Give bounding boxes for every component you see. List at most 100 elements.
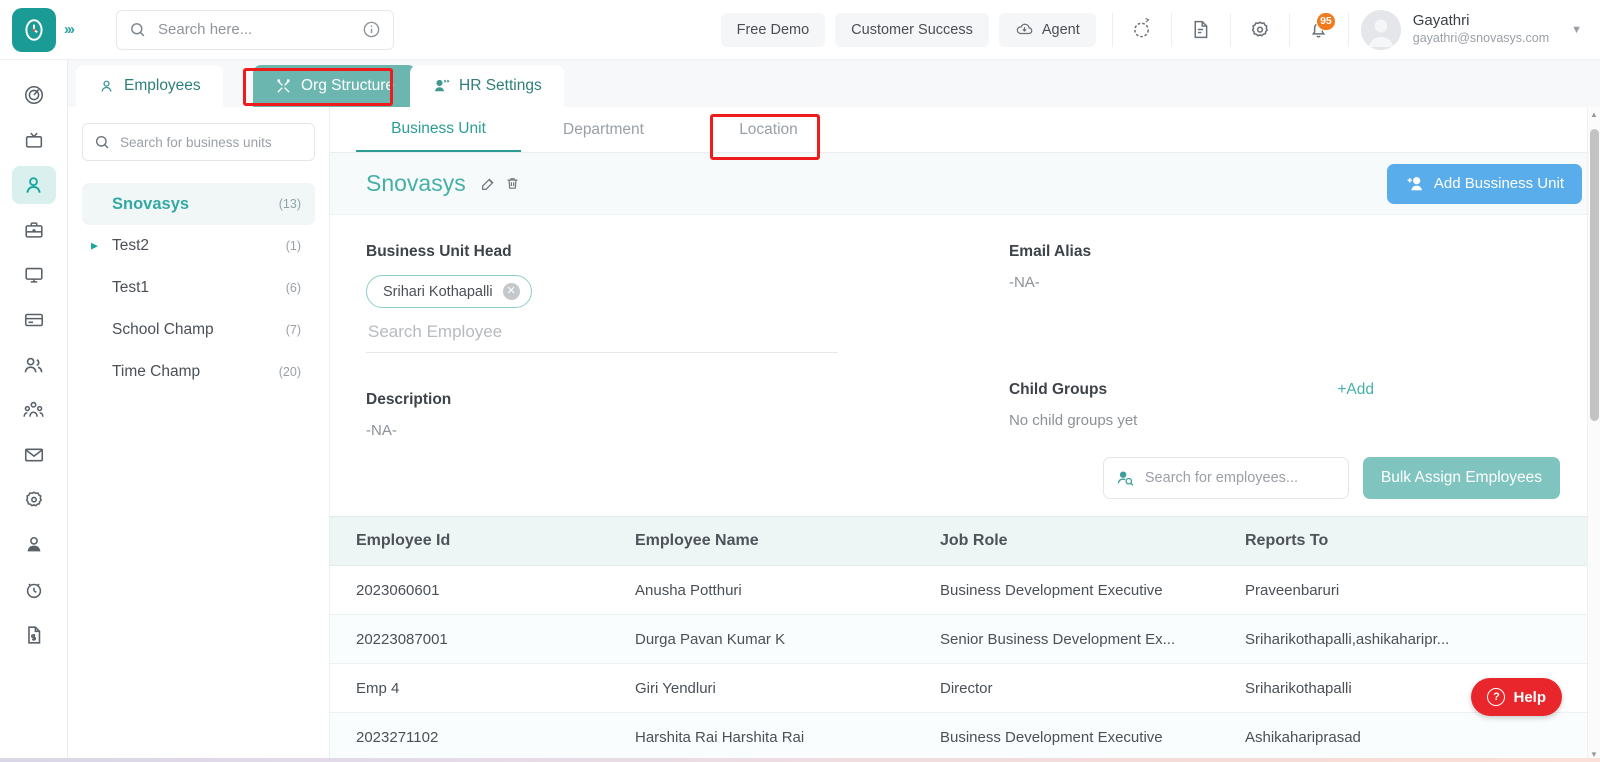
tree-item-snovasys[interactable]: Snovasys (13) xyxy=(82,183,315,225)
divider xyxy=(1111,12,1113,47)
sidebar-item-broadcast[interactable] xyxy=(12,121,56,159)
gear-icon[interactable] xyxy=(1237,8,1283,52)
subtab-department[interactable]: Department xyxy=(521,107,686,152)
sidebar-item-invoices[interactable] xyxy=(12,616,56,654)
user-info[interactable]: Gayathri gayathri@snovasys.com xyxy=(1413,12,1549,46)
tree-item-time-champ[interactable]: Time Champ (20) xyxy=(82,351,315,393)
tree-item-school-champ[interactable]: School Champ (7) xyxy=(82,309,315,351)
page-body: Snovasys (13) ▶ Test2 (1) Test1 (6) Scho… xyxy=(68,107,1600,762)
employee-search-input[interactable] xyxy=(368,322,838,342)
child-groups-value: No child groups yet xyxy=(1008,412,1138,429)
close-circle-icon[interactable]: ✕ xyxy=(502,283,520,300)
chevron-right-icon[interactable]: ▶ xyxy=(91,241,98,252)
tab-org-structure[interactable]: Org Structure xyxy=(253,65,417,107)
tree-item-label: Test1 xyxy=(112,279,150,296)
cell-reports-to: Sriharikothapalli,ashikaharipr... xyxy=(1245,630,1450,648)
sidebar-item-payroll[interactable] xyxy=(12,301,56,339)
tree-item-label: Test2 xyxy=(112,237,150,254)
content-scrollbar[interactable]: ▲ ▼ xyxy=(1587,107,1600,762)
global-search[interactable] xyxy=(116,9,394,50)
sidebar-item-groups[interactable] xyxy=(12,391,56,429)
business-unit-head-chip[interactable]: Srihari Kothapalli ✕ xyxy=(366,275,532,308)
employee-toolbar: Bulk Assign Employees xyxy=(330,457,1600,499)
table-row[interactable]: 20223087001 Durga Pavan Kumar K Senior B… xyxy=(330,615,1600,664)
tree-item-test1[interactable]: Test1 (6) xyxy=(82,267,315,309)
sidebar-item-settings[interactable] xyxy=(12,481,56,519)
business-unit-head-name: Srihari Kothapalli xyxy=(383,283,493,300)
divider xyxy=(1229,12,1231,47)
details-left-column: Business Unit Head Srihari Kothapalli ✕ … xyxy=(366,243,989,439)
chevron-double-right-icon[interactable]: ››› xyxy=(64,21,94,38)
details-right-column: Email Alias -NA- Child Groups No child g… xyxy=(989,243,1564,439)
notification-badge: 95 xyxy=(1316,11,1336,31)
sidebar-item-profile[interactable] xyxy=(12,526,56,564)
business-unit-details: Business Unit Head Srihari Kothapalli ✕ … xyxy=(330,215,1600,439)
tree-item-test2[interactable]: ▶ Test2 (1) xyxy=(82,225,315,267)
subtab-business-unit[interactable]: Business Unit xyxy=(356,107,521,152)
document-icon[interactable] xyxy=(1178,8,1224,52)
divider xyxy=(1288,12,1290,47)
help-button[interactable]: ? Help xyxy=(1471,678,1562,716)
cell-employee-name: Anusha Potthuri xyxy=(635,581,742,599)
employee-search-field[interactable] xyxy=(366,316,838,353)
cell-reports-to: Ashikahariprasad xyxy=(1245,728,1361,746)
chevron-down-icon[interactable]: ▼ xyxy=(1571,24,1582,36)
table-row[interactable]: 2023271102 Harshita Rai Harshita Rai Bus… xyxy=(330,713,1600,762)
tools-icon xyxy=(275,78,292,95)
column-employee-id: Employee Id xyxy=(356,532,451,549)
bulk-assign-employees-button[interactable]: Bulk Assign Employees xyxy=(1362,457,1560,499)
sidebar-item-teams[interactable] xyxy=(12,346,56,384)
subtab-location[interactable]: Location xyxy=(686,107,851,152)
page-title: Snovasys xyxy=(366,170,466,196)
employee-table-search[interactable] xyxy=(1102,457,1349,499)
clock-logo-icon[interactable] xyxy=(12,7,56,52)
employee-table-search-input[interactable] xyxy=(1144,470,1336,486)
cell-employee-name: Durga Pavan Kumar K xyxy=(635,630,786,648)
business-unit-search-input[interactable] xyxy=(120,134,303,150)
table-row[interactable]: Emp 4 Giri Yendluri Director Sriharikoth… xyxy=(330,664,1600,713)
tree-item-label: Snovasys xyxy=(112,194,190,213)
refresh-icon[interactable] xyxy=(1119,8,1165,52)
cloud-download-icon xyxy=(1015,20,1034,39)
search-icon xyxy=(94,134,110,150)
sidebar-item-attendance[interactable] xyxy=(12,571,56,609)
sidebar-item-mail[interactable] xyxy=(12,436,56,474)
left-nav-rail xyxy=(0,60,68,762)
user-gear-icon xyxy=(432,77,450,95)
tab-employees[interactable]: Employees xyxy=(76,65,223,107)
child-groups-label: Child Groups xyxy=(1008,381,1108,398)
child-groups-add-link[interactable]: +Add xyxy=(1337,381,1374,399)
cell-job-role: Director xyxy=(940,679,993,697)
avatar[interactable] xyxy=(1360,9,1401,50)
cell-employee-id: 20223087001 xyxy=(356,630,448,648)
description-label: Description xyxy=(366,391,452,408)
scroll-up-arrow[interactable]: ▲ xyxy=(1590,110,1598,119)
bell-icon[interactable]: 95 xyxy=(1296,8,1342,52)
bottom-gradient-strip xyxy=(0,758,1600,762)
table-row[interactable]: 2023060601 Anusha Potthuri Business Deve… xyxy=(330,566,1600,615)
customer-success-button[interactable]: Customer Success xyxy=(835,12,989,47)
business-unit-search[interactable] xyxy=(82,123,315,161)
trash-icon[interactable] xyxy=(505,176,520,191)
scrollbar-thumb[interactable] xyxy=(1590,129,1599,421)
free-demo-button[interactable]: Free Demo xyxy=(720,12,826,47)
tab-hr-settings[interactable]: HR Settings xyxy=(410,65,564,107)
sidebar-item-devices[interactable] xyxy=(12,256,56,294)
info-circle-icon[interactable] xyxy=(362,20,381,39)
add-business-unit-button[interactable]: Add Bussiness Unit xyxy=(1386,163,1582,204)
cell-employee-name: Giri Yendluri xyxy=(635,679,716,697)
divider xyxy=(1170,12,1172,47)
cell-reports-to: Praveenbaruri xyxy=(1245,581,1340,599)
sidebar-item-jobs[interactable] xyxy=(12,211,56,249)
edit-pencil-icon[interactable] xyxy=(480,176,496,192)
search-icon xyxy=(129,21,146,38)
sidebar-item-dashboard[interactable] xyxy=(12,76,56,114)
child-groups-row: Child Groups No child groups yet +Add xyxy=(1009,381,1564,429)
agent-button[interactable]: Agent xyxy=(998,12,1096,47)
top-bar: ››› Free Demo Customer Success xyxy=(0,0,1600,60)
add-business-unit-label: Add Bussiness Unit xyxy=(1433,175,1564,192)
search-input[interactable] xyxy=(158,21,362,38)
user-email: gayathri@snovasys.com xyxy=(1412,31,1550,46)
tree-item-label: Time Champ xyxy=(112,363,201,380)
sidebar-item-employees[interactable] xyxy=(11,166,56,204)
